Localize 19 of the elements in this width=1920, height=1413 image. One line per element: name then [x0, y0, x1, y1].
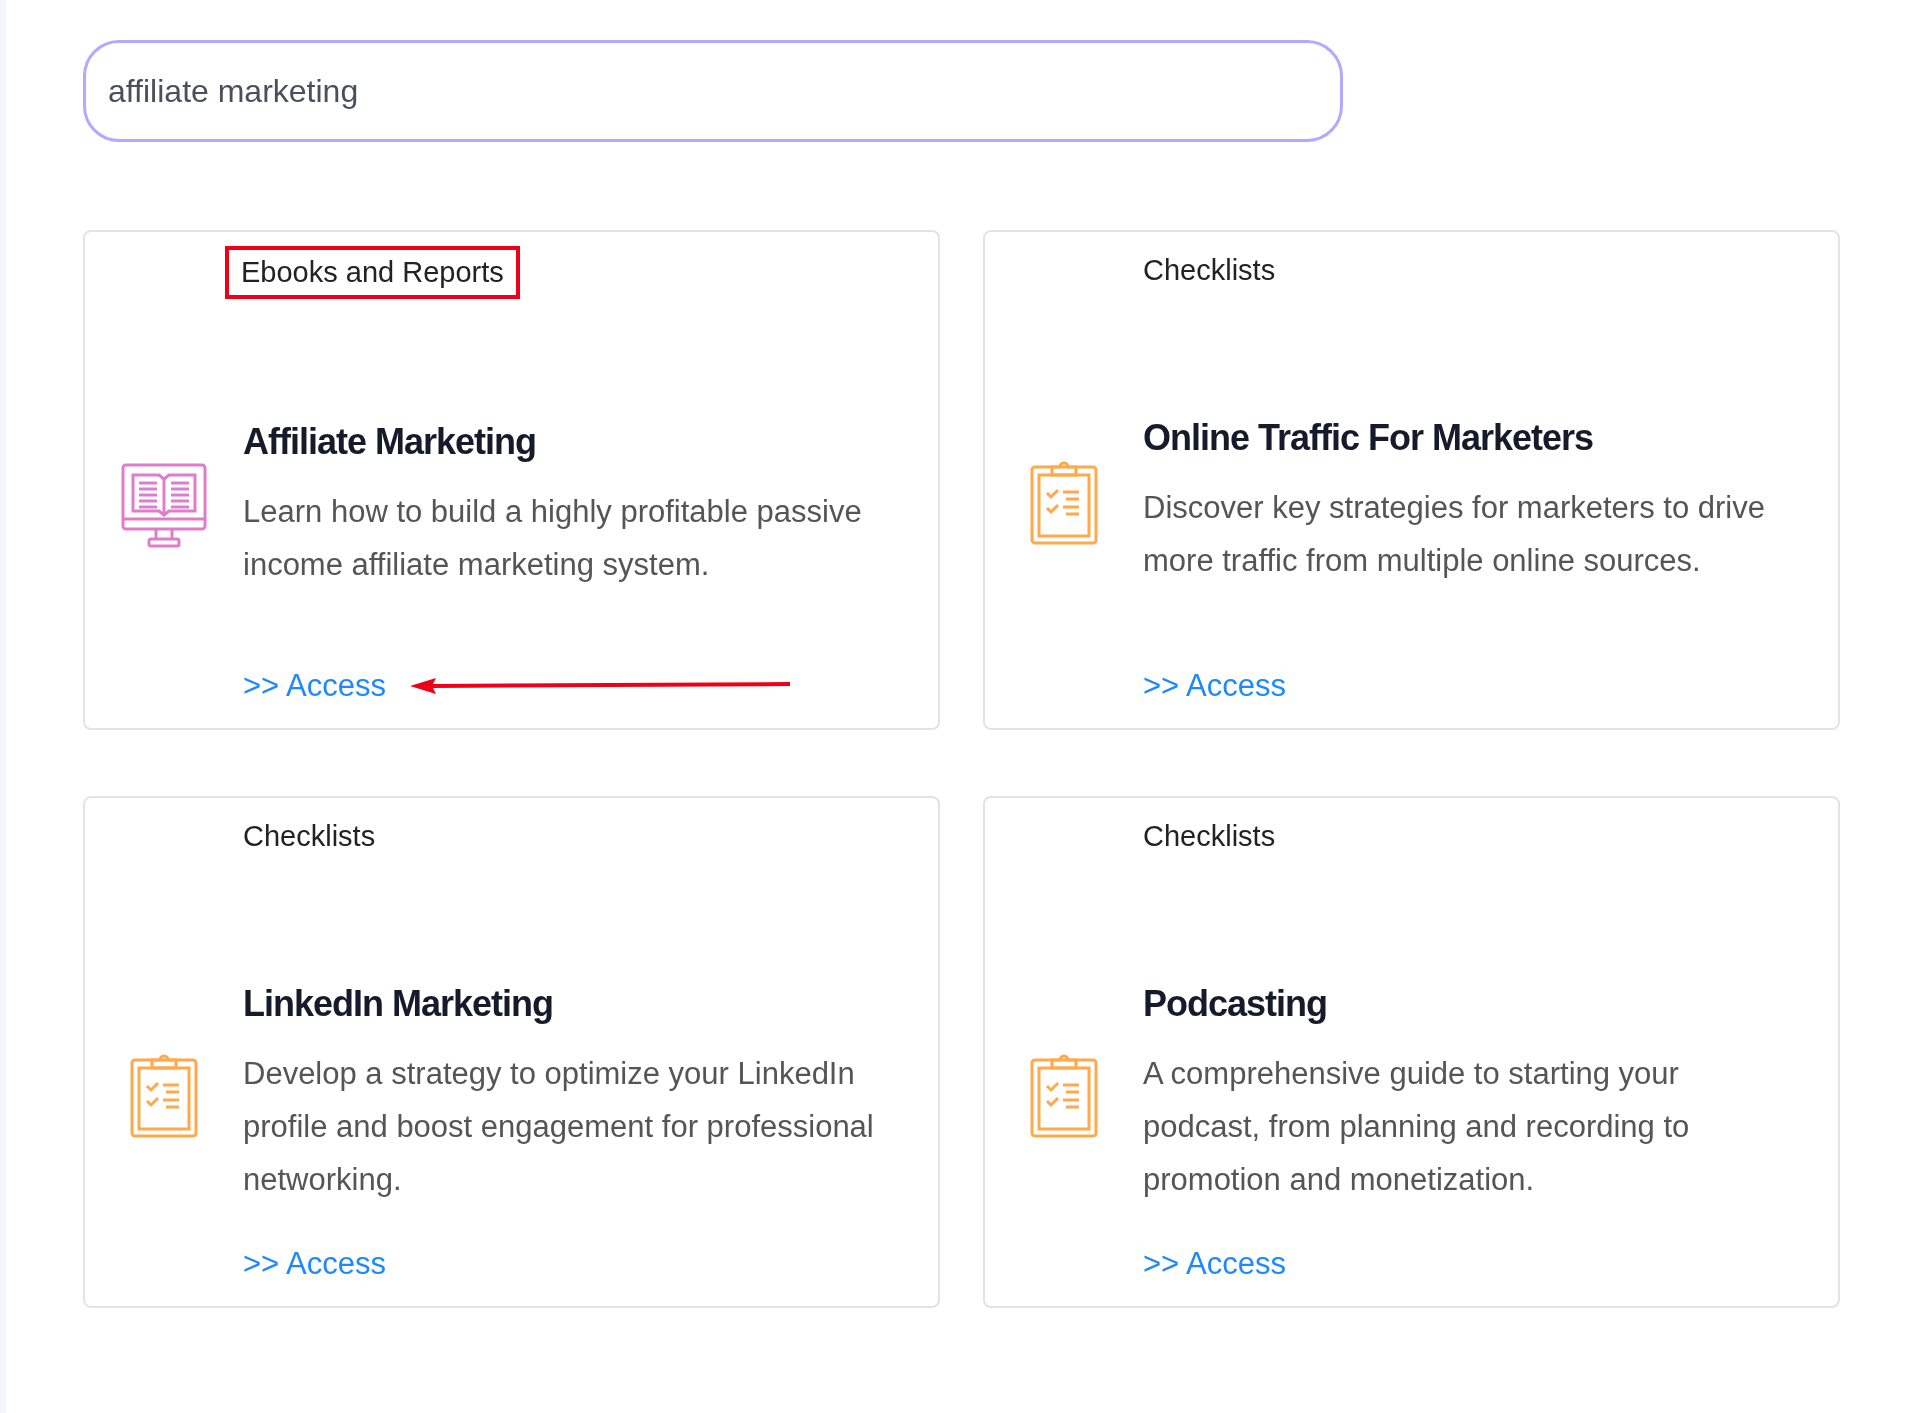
card-description: A comprehensive guide to starting your podcast, from planning and recording to promotion and monetization. [1143, 1055, 1691, 1199]
category-label: Checklists [1143, 819, 1276, 854]
access-link[interactable]: >> Access [1143, 1246, 1287, 1282]
card-title: Podcasting [1143, 983, 1329, 1025]
category-label: Checklists [243, 819, 376, 854]
search-field[interactable]: affiliate marketing [83, 40, 1343, 142]
card-title: Online Traffic For Marketers [1143, 417, 1595, 459]
card-title: Affiliate Marketing [243, 421, 538, 463]
category-label: Ebooks and Reports [225, 246, 520, 299]
clipboard-checklist-icon [1030, 459, 1098, 545]
access-link[interactable]: >> Access [1143, 668, 1287, 704]
category-label: Checklists [1143, 253, 1276, 288]
card-description: Discover key strategies for marketers to drive more traffic from multiple online sources. [1143, 489, 1766, 580]
card-description: Learn how to build a highly profitable passive income affiliate marketing system. [243, 493, 863, 584]
card-title: LinkedIn Marketing [243, 983, 555, 1025]
card-description: Develop a strategy to optimize your LinkedIn profile and boost engagement for professional networking. [243, 1055, 875, 1199]
ebook-monitor-icon [121, 463, 207, 549]
access-link[interactable]: >> Access [243, 1246, 387, 1282]
access-link[interactable]: >> Access [243, 668, 387, 704]
